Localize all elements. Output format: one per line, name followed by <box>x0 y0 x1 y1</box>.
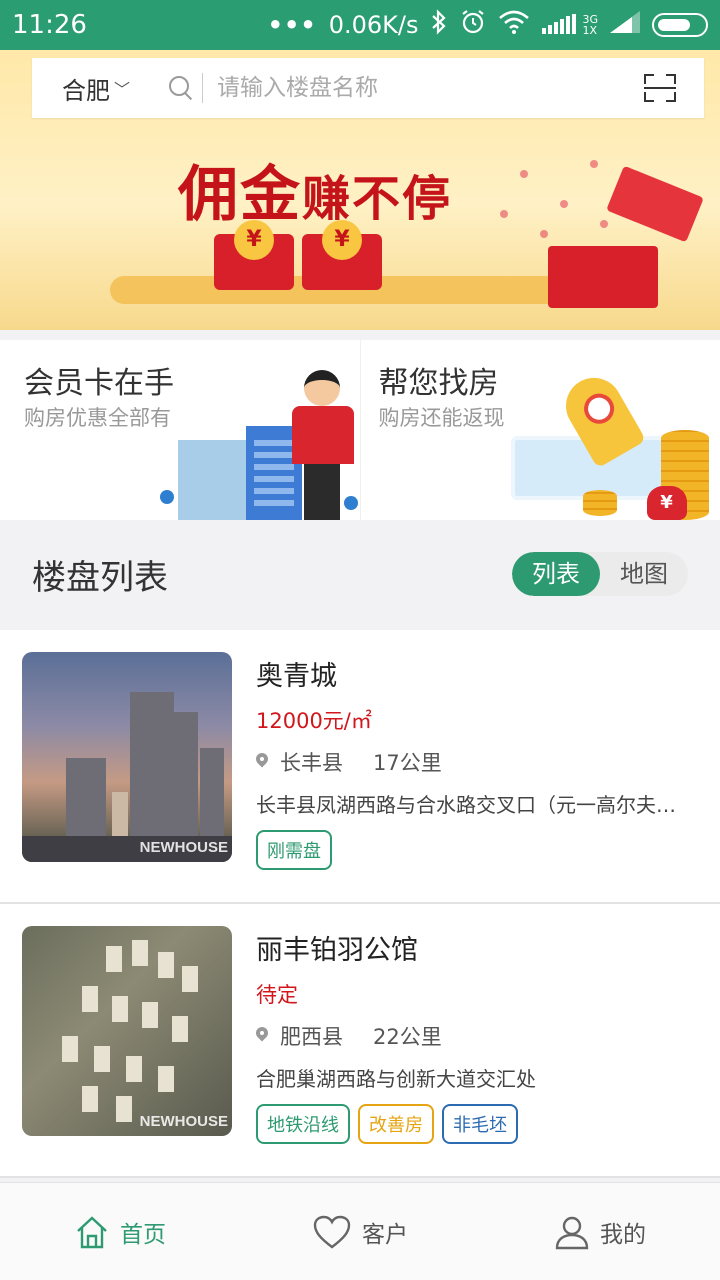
search-bar: 合肥 ﹀ <box>32 58 704 118</box>
more-dots-icon: ••• <box>267 11 317 39</box>
list-view-button[interactable]: 列表 <box>512 552 600 596</box>
location-pin-icon <box>256 1027 268 1045</box>
listing-item[interactable]: NEWHOUSE 奥青城 12000元/㎡ 长丰县 17公里 长丰县凤湖西路与合… <box>0 630 720 904</box>
agent-illustration <box>292 406 354 464</box>
listing-address: 长丰县凤湖西路与合水路交叉口（元一高尔夫… <box>256 793 676 817</box>
nav-customers[interactable]: 客户 <box>240 1183 480 1280</box>
status-time: 11:26 <box>12 10 87 40</box>
listing-tag: 改善房 <box>358 1104 434 1144</box>
red-envelope-icon <box>214 220 294 290</box>
signal-strength-icon <box>610 11 640 39</box>
promo-card-find-house[interactable]: 帮您找房 购房还能返现 ¥ <box>359 340 720 520</box>
listing-district: 长丰县 <box>280 751 343 775</box>
listing-tag: 刚需盘 <box>256 830 332 870</box>
agent-illustration <box>304 464 340 520</box>
listing-distance: 22公里 <box>373 1025 442 1049</box>
banner-slogan-rest: 赚不停 <box>302 171 453 227</box>
confetti-decoration <box>520 170 528 178</box>
home-icon <box>74 1214 110 1250</box>
listing-thumbnail: NEWHOUSE <box>22 926 232 1136</box>
listing-item[interactable]: NEWHOUSE 丽丰铂羽公馆 待定 肥西县 22公里 合肥巢湖西路与创新大道交… <box>0 904 720 1178</box>
confetti-decoration <box>590 160 598 168</box>
confetti-decoration <box>600 220 608 228</box>
sim-label: 1X <box>582 24 598 37</box>
listing-price: 12000元/㎡ <box>256 709 372 733</box>
map-view-button[interactable]: 地图 <box>600 552 688 596</box>
listing-district: 肥西县 <box>280 1025 343 1049</box>
alarm-icon <box>460 9 486 41</box>
listing-distance: 17公里 <box>373 751 442 775</box>
bluetooth-icon <box>430 9 448 41</box>
network-speed: 0.06K/s <box>328 11 419 39</box>
scan-icon[interactable] <box>644 74 676 102</box>
listing-name: 奥青城 <box>256 661 337 692</box>
promo-title: 帮您找房 <box>378 366 499 401</box>
banner-slogan: 佣金赚不停 <box>178 146 452 233</box>
city-label: 合肥 <box>62 76 110 105</box>
nav-home[interactable]: 首页 <box>0 1183 240 1280</box>
coin-stack-illustration <box>582 490 617 516</box>
promo-subtitle: 购房优惠全部有 <box>24 406 171 430</box>
listing-location: 长丰县 17公里 <box>256 747 698 777</box>
tree-illustration <box>160 490 174 504</box>
money-bag-icon: ¥ <box>646 486 687 520</box>
chevron-down-icon: ﹀ <box>114 80 131 99</box>
city-selector[interactable]: 合肥 ﹀ <box>32 71 130 106</box>
listing-tags: 刚需盘 <box>256 830 698 870</box>
image-watermark: NEWHOUSE <box>139 1113 228 1130</box>
promo-title: 会员卡在手 <box>24 366 174 401</box>
section-header: 楼盘列表 列表 地图 <box>0 520 720 628</box>
agent-illustration <box>304 370 340 406</box>
listing-info: 奥青城 12000元/㎡ 长丰县 17公里 长丰县凤湖西路与合水路交叉口（元一高… <box>256 652 698 902</box>
listing-location: 肥西县 22公里 <box>256 1021 698 1051</box>
listing-tag: 地铁沿线 <box>256 1104 350 1144</box>
view-toggle: 列表 地图 <box>512 552 688 596</box>
promo-cards: 会员卡在手 购房优惠全部有 帮您找房 购房还能返现 ¥ <box>0 340 720 520</box>
nav-profile[interactable]: 我的 <box>480 1183 720 1280</box>
red-envelope-icon <box>302 220 382 290</box>
search-divider <box>202 73 204 103</box>
listing-price: 待定 <box>256 983 298 1007</box>
user-icon <box>554 1214 590 1250</box>
listing-info: 丽丰铂羽公馆 待定 肥西县 22公里 合肥巢湖西路与创新大道交汇处 地铁沿线 改… <box>256 926 698 1176</box>
status-bar: 11:26 ••• 0.06K/s 3G 1X <box>0 0 720 50</box>
bottom-nav: 首页 客户 我的 <box>0 1182 720 1280</box>
confetti-decoration <box>540 230 548 238</box>
confetti-decoration <box>560 200 568 208</box>
search-input[interactable] <box>217 75 598 101</box>
gift-box-icon <box>548 246 658 308</box>
wifi-icon <box>498 10 530 40</box>
promo-card-membership[interactable]: 会员卡在手 购房优惠全部有 <box>0 340 360 520</box>
battery-icon <box>652 13 708 37</box>
mobile-signal-icon: 3G 1X <box>542 14 598 36</box>
location-pin-icon <box>256 753 268 771</box>
gift-box-lid-icon <box>606 165 704 243</box>
listing-thumbnail: NEWHOUSE <box>22 652 232 862</box>
listing-name: 丽丰铂羽公馆 <box>256 935 418 966</box>
section-title: 楼盘列表 <box>32 557 168 598</box>
listing-address: 合肥巢湖西路与创新大道交汇处 <box>256 1067 536 1091</box>
tree-illustration <box>344 496 358 510</box>
house-illustration <box>178 440 248 520</box>
image-watermark: NEWHOUSE <box>139 839 228 856</box>
promo-subtitle: 购房还能返现 <box>378 406 505 430</box>
listing-tag: 非毛坯 <box>442 1104 518 1144</box>
listing-tags: 地铁沿线 改善房 非毛坯 <box>256 1104 698 1144</box>
banner-slogan-highlight: 佣金 <box>178 160 302 230</box>
status-icons: ••• 0.06K/s 3G 1X <box>268 9 708 41</box>
nav-customers-label: 客户 <box>362 1221 408 1248</box>
confetti-decoration <box>500 210 508 218</box>
search-icon <box>168 75 194 101</box>
nav-home-label: 首页 <box>120 1221 166 1248</box>
nav-profile-label: 我的 <box>600 1221 646 1248</box>
heart-icon <box>312 1214 352 1250</box>
